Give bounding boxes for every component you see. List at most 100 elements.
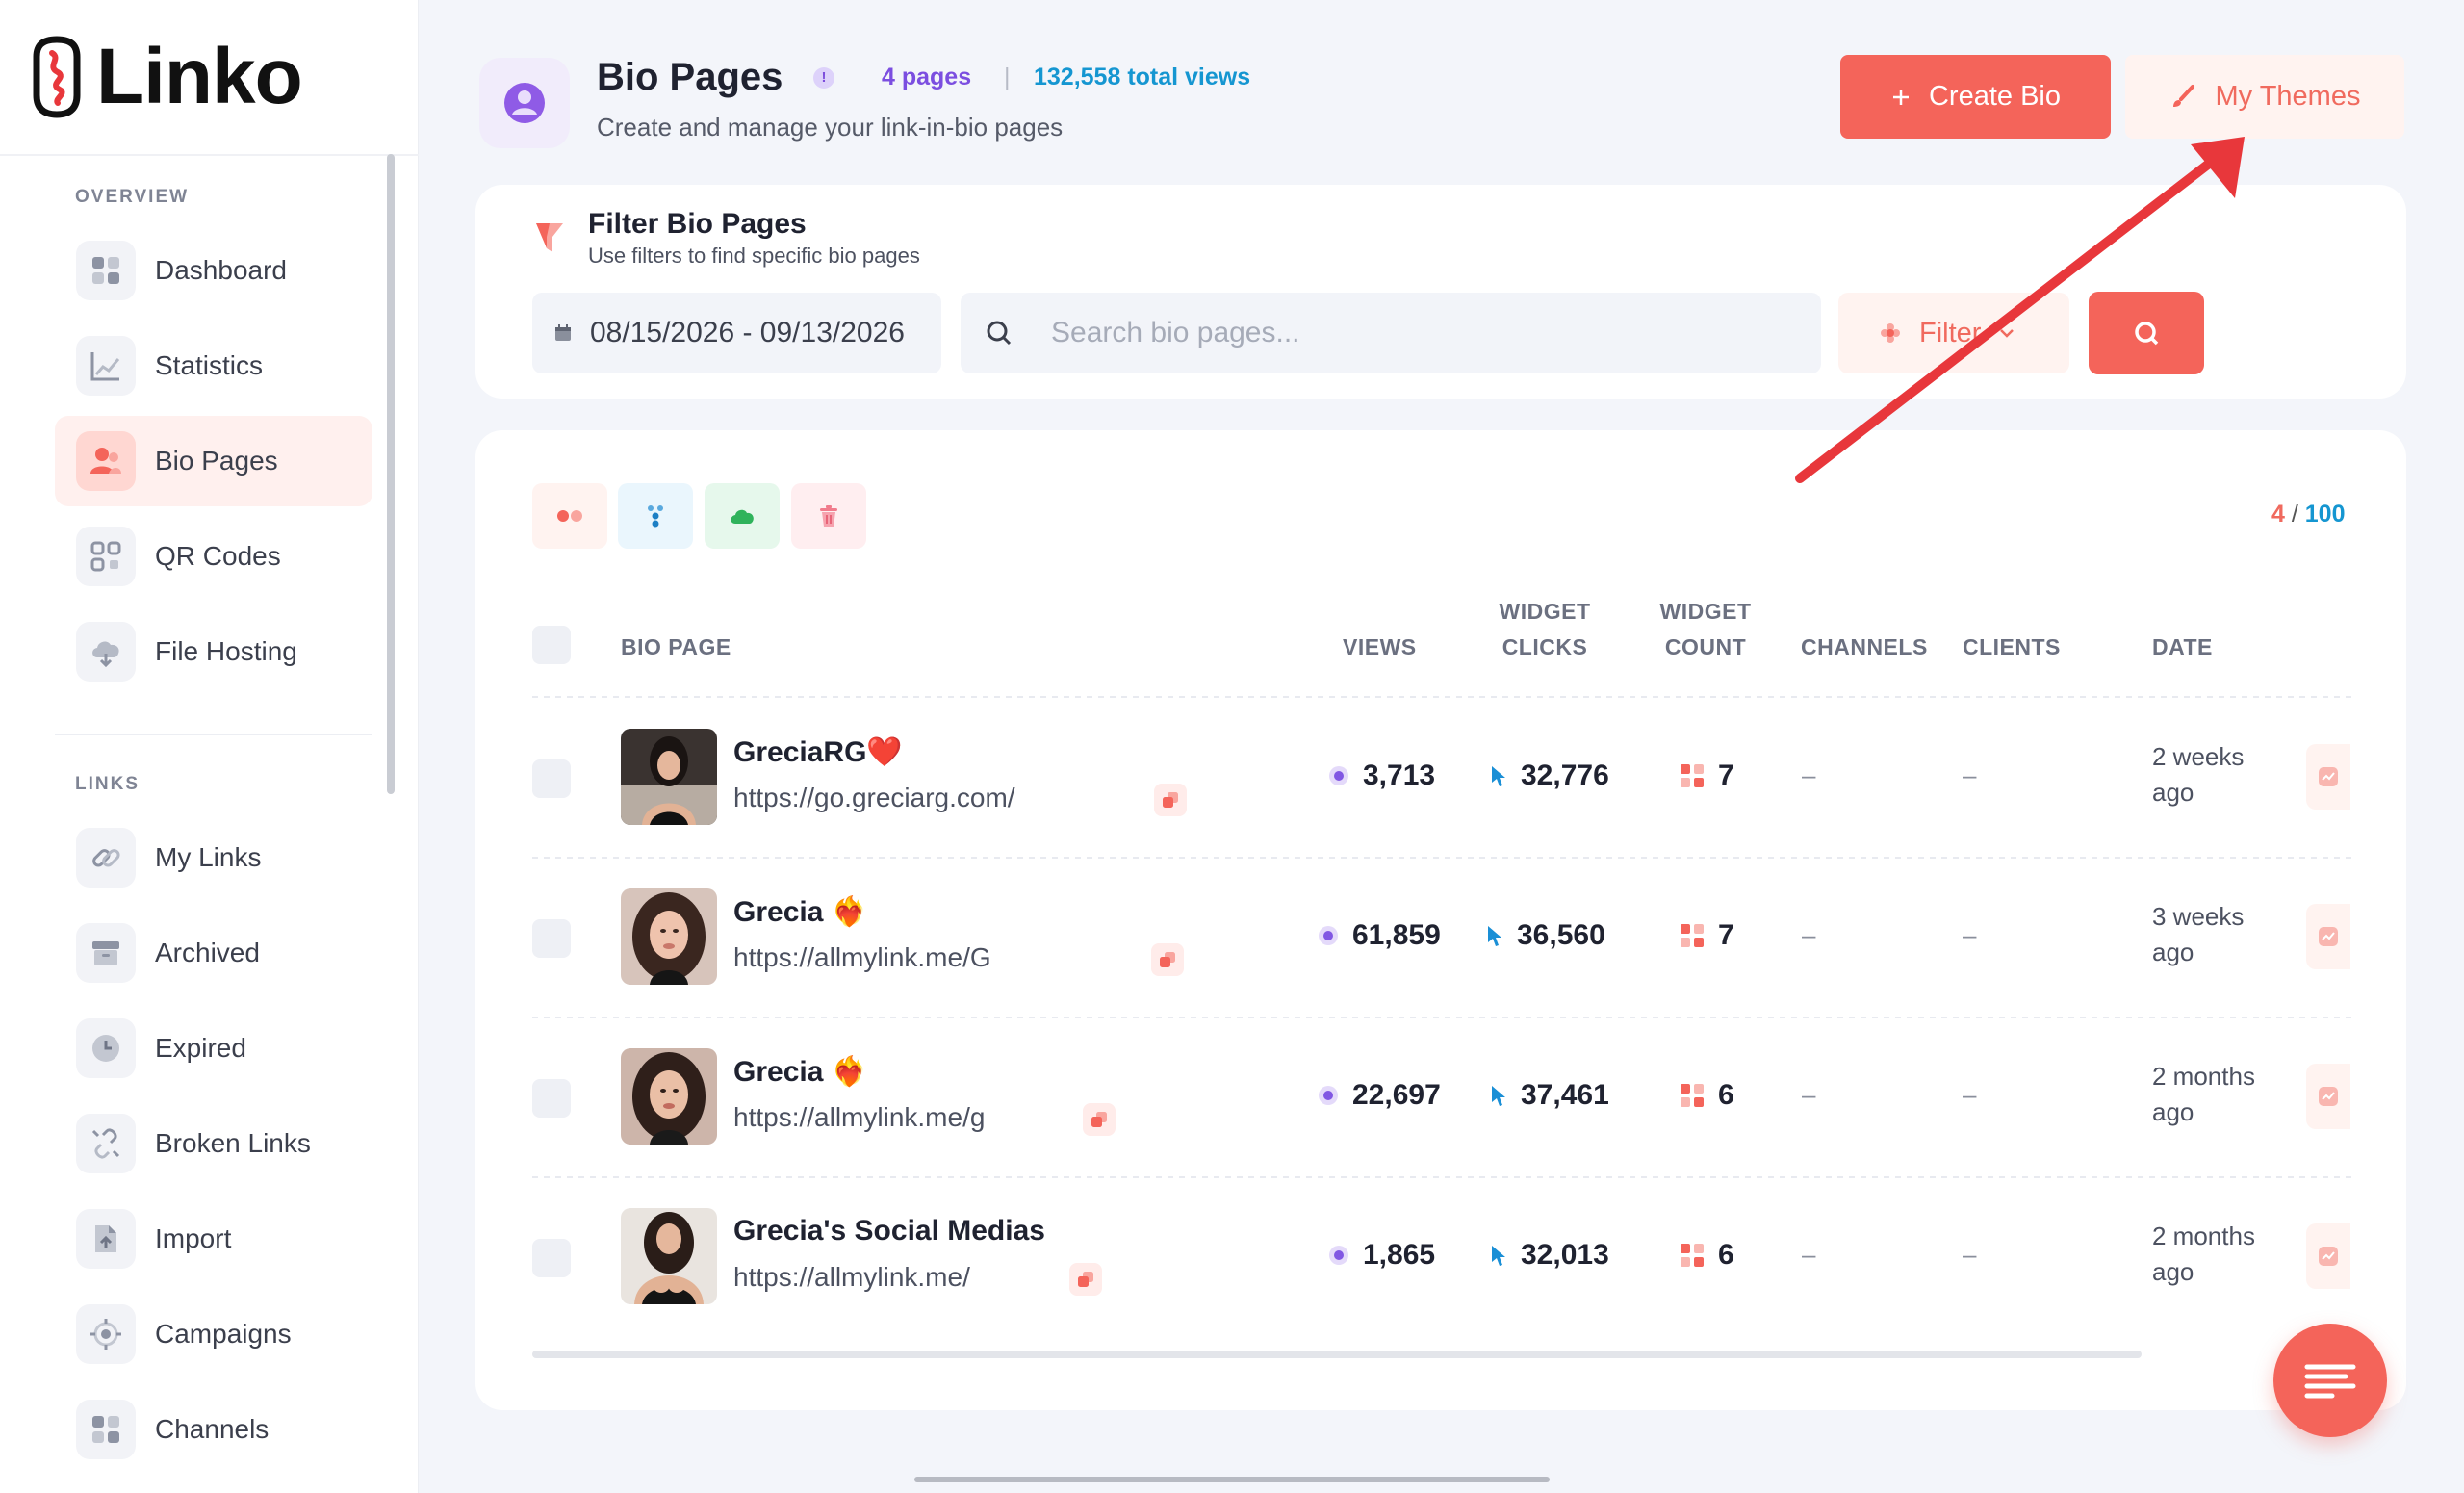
- column-header-clients[interactable]: CLIENTS: [1963, 630, 2061, 665]
- views-stat: 61,859: [1318, 919, 1441, 952]
- bio-avatar[interactable]: [621, 1208, 717, 1304]
- bio-name[interactable]: Grecia ❤️‍🔥: [733, 1055, 867, 1089]
- clicks-value: 32,776: [1521, 759, 1609, 791]
- trend-icon: [2319, 1087, 2338, 1106]
- clicks-stat: 32,776: [1490, 759, 1609, 792]
- sidebar-item-archived[interactable]: Archived: [55, 908, 372, 998]
- widgets-value: 6: [1718, 1079, 1734, 1111]
- sidebar-item-expired[interactable]: Expired: [55, 1003, 372, 1094]
- bio-url[interactable]: https://allmylink.me/: [733, 1262, 970, 1293]
- bio-avatar[interactable]: [621, 888, 717, 985]
- row-checkbox[interactable]: [532, 1239, 571, 1277]
- sidebar-item-my-links[interactable]: My Links: [55, 812, 372, 903]
- row-checkbox[interactable]: [532, 1079, 571, 1118]
- search-box[interactable]: [961, 293, 1821, 373]
- column-header-bio-page[interactable]: BIO PAGE: [621, 630, 732, 665]
- sidebar-item-label: Dashboard: [155, 255, 287, 285]
- row-stats-button[interactable]: [2306, 1223, 2350, 1289]
- sidebar-item-qr-codes[interactable]: QR Codes: [55, 511, 372, 602]
- create-bio-button[interactable]: Create Bio: [1840, 55, 2111, 139]
- bio-url[interactable]: https://go.greciarg.com/: [733, 783, 1015, 813]
- table-horizontal-scrollbar[interactable]: [532, 1351, 2142, 1358]
- my-themes-label: My Themes: [2215, 81, 2361, 112]
- info-icon[interactable]: !: [813, 67, 834, 89]
- redacted-url: [972, 1262, 1068, 1291]
- sidebar-item-dashboard[interactable]: Dashboard: [55, 225, 372, 316]
- sidebar-item-file-hosting[interactable]: File Hosting: [55, 606, 372, 697]
- created-date: 2 months ago: [2152, 1059, 2255, 1130]
- sidebar-item-label: Channels: [155, 1414, 270, 1444]
- sidebar-item-channels[interactable]: Channels: [55, 1384, 372, 1475]
- bio-pages-quota: 4 / 100: [2272, 501, 2345, 528]
- row-divider: [532, 696, 2351, 698]
- row-checkbox[interactable]: [532, 759, 571, 798]
- sidebar-item-label: Expired: [155, 1033, 246, 1063]
- copy-url-button[interactable]: [1069, 1263, 1102, 1296]
- toggle-view-button[interactable]: [532, 483, 607, 549]
- funnel-icon: [534, 219, 565, 261]
- date-line: 2 months: [2152, 1222, 2255, 1250]
- header-line: WIDGET: [1659, 599, 1752, 624]
- bio-url[interactable]: https://allmylink.me/g: [733, 1102, 985, 1133]
- sidebar-divider: [0, 154, 419, 156]
- header-separator: |: [1004, 64, 1011, 90]
- bio-url[interactable]: https://allmylink.me/G: [733, 942, 991, 973]
- sidebar-section-links: LINKS: [75, 774, 140, 794]
- clock-icon: [76, 1018, 136, 1078]
- date-range-picker[interactable]: 08/15/2026 - 09/13/2026: [532, 293, 941, 373]
- row-stats-button[interactable]: [2306, 904, 2350, 969]
- widgets-stat: 6: [1680, 1239, 1734, 1272]
- qr-code-icon: [76, 527, 136, 586]
- select-all-checkbox[interactable]: [532, 626, 571, 664]
- link-icon: [76, 828, 136, 888]
- sidebar-item-import[interactable]: Import: [55, 1194, 372, 1284]
- archive-icon: [76, 923, 136, 983]
- copy-url-button[interactable]: [1151, 943, 1184, 976]
- cursor-icon: [1492, 766, 1505, 786]
- bio-avatar[interactable]: [621, 729, 717, 825]
- created-date: 3 weeks ago: [2152, 899, 2244, 970]
- clicks-stat: 37,461: [1490, 1079, 1609, 1112]
- copy-url-button[interactable]: [1154, 784, 1187, 816]
- logo[interactable]: Linko: [29, 29, 303, 125]
- pages-count-badge: 4 pages: [882, 64, 972, 90]
- bio-name[interactable]: Grecia ❤️‍🔥: [733, 895, 867, 929]
- column-header-widget-count[interactable]: WIDGET COUNT: [1648, 594, 1763, 665]
- clicks-value: 32,013: [1521, 1239, 1609, 1271]
- copy-url-button[interactable]: [1083, 1103, 1116, 1136]
- eye-icon: [1319, 1086, 1338, 1105]
- column-header-channels[interactable]: CHANNELS: [1801, 630, 1928, 665]
- export-button[interactable]: [705, 483, 780, 549]
- column-header-date[interactable]: DATE: [2152, 630, 2213, 665]
- bio-pages-header-icon: [479, 58, 570, 148]
- column-header-views[interactable]: VIEWS: [1343, 630, 1417, 665]
- views-value: 61,859: [1352, 919, 1441, 951]
- sidebar-item-broken-links[interactable]: Broken Links: [55, 1098, 372, 1189]
- sidebar-item-statistics[interactable]: Statistics: [55, 321, 372, 411]
- columns-button[interactable]: [618, 483, 693, 549]
- bio-name[interactable]: Grecia's Social Medias: [733, 1215, 1045, 1248]
- search-submit-button[interactable]: [2089, 292, 2204, 374]
- bio-name[interactable]: GreciaRG❤️: [733, 735, 903, 769]
- column-header-widget-clicks[interactable]: WIDGET CLICKS: [1487, 594, 1603, 665]
- menu-fab-button[interactable]: [2273, 1324, 2387, 1437]
- trend-icon: [2319, 927, 2338, 946]
- widgets-icon: [1681, 924, 1704, 947]
- my-themes-button[interactable]: My Themes: [2125, 55, 2404, 139]
- row-stats-button[interactable]: [2306, 1064, 2350, 1129]
- sidebar-item-campaigns[interactable]: Campaigns: [55, 1289, 372, 1379]
- brush-icon: [2172, 84, 2194, 107]
- quota-total: 100: [2304, 501, 2346, 528]
- row-checkbox[interactable]: [532, 919, 571, 958]
- channels-value: –: [1802, 1080, 1816, 1109]
- sidebar-scrollbar[interactable]: [387, 154, 395, 794]
- sidebar-item-bio-pages[interactable]: Bio Pages: [55, 416, 372, 506]
- bio-avatar[interactable]: [621, 1048, 717, 1145]
- delete-button[interactable]: [791, 483, 866, 549]
- row-stats-button[interactable]: [2306, 744, 2350, 810]
- views-value: 1,865: [1363, 1239, 1436, 1271]
- filter-dropdown-button[interactable]: Filter: [1838, 293, 2069, 373]
- date-range-value: 08/15/2026 - 09/13/2026: [590, 317, 905, 348]
- search-input[interactable]: [1051, 317, 1783, 349]
- widgets-value: 7: [1718, 919, 1734, 951]
